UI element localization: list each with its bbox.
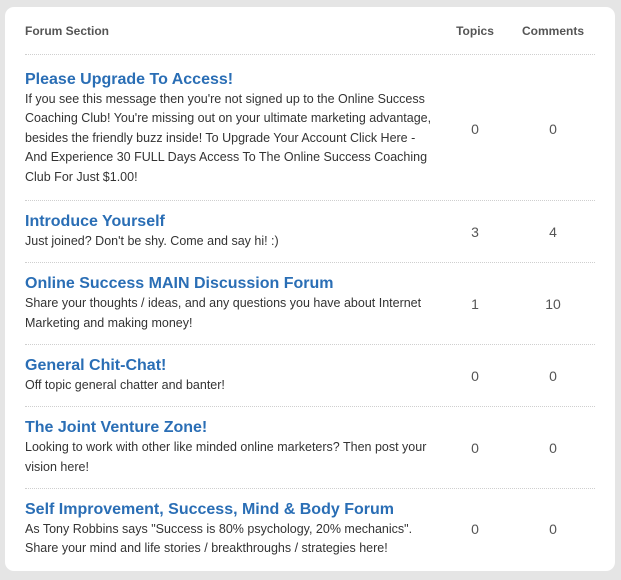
forum-row-joint-venture: The Joint Venture Zone! Looking to work … (25, 407, 595, 489)
forum-row-main-discussion: Online Success MAIN Discussion Forum Sha… (25, 263, 595, 345)
forum-description: Just joined? Don't be shy. Come and say … (25, 233, 279, 248)
forum-description: Off topic general chatter and banter! (25, 377, 225, 392)
topics-count: 0 (471, 521, 479, 537)
forum-info: The Joint Venture Zone! Looking to work … (25, 418, 445, 477)
forum-info: Self Improvement, Success, Mind & Body F… (25, 500, 445, 559)
comments-count: 0 (549, 367, 557, 384)
forum-info: Online Success MAIN Discussion Forum Sha… (25, 274, 445, 333)
forum-info: General Chit-Chat! Off topic general cha… (25, 356, 445, 396)
topics-count: 1 (471, 295, 479, 312)
forum-title-link[interactable]: Please Upgrade To Access! (25, 70, 433, 90)
topics-count: 0 (471, 367, 479, 384)
forum-info: Please Upgrade To Access! If you see thi… (25, 70, 445, 188)
forum-title-link[interactable]: The Joint Venture Zone! (25, 418, 433, 438)
column-header-topics: Topics (456, 23, 494, 38)
forum-table-header: Forum Section Topics Comments (25, 7, 595, 55)
forum-title-link[interactable]: Self Improvement, Success, Mind & Body F… (25, 500, 433, 520)
forum-row-self-improvement: Self Improvement, Success, Mind & Body F… (25, 489, 595, 569)
column-header-comments: Comments (521, 23, 584, 38)
comments-count: 0 (549, 439, 557, 456)
column-header-forum-section: Forum Section (25, 23, 110, 38)
comments-count: 10 (545, 295, 561, 312)
forum-description: As Tony Robbins says "Success is 80% psy… (25, 521, 413, 556)
forum-title-link[interactable]: Online Success MAIN Discussion Forum (25, 274, 433, 294)
forum-description: Looking to work with other like minded o… (25, 440, 427, 474)
comments-count: 0 (549, 120, 557, 137)
topics-count: 0 (471, 120, 479, 137)
topics-count: 3 (471, 223, 479, 240)
comments-count: 0 (549, 521, 557, 537)
forum-row-introduce: Introduce Yourself Just joined? Don't be… (25, 201, 595, 263)
comments-count: 4 (549, 223, 557, 240)
forum-description: If you see this message then you're not … (25, 91, 432, 184)
topics-count: 0 (471, 439, 479, 456)
forum-list-panel: Forum Section Topics Comments Please Upg… (5, 7, 615, 571)
forum-row-upgrade: Please Upgrade To Access! If you see thi… (25, 55, 595, 201)
forum-description: Share your thoughts / ideas, and any que… (25, 296, 422, 330)
forum-title-link[interactable]: General Chit-Chat! (25, 356, 433, 376)
forum-title-link[interactable]: Introduce Yourself (25, 212, 433, 232)
forum-row-chit-chat: General Chit-Chat! Off topic general cha… (25, 345, 595, 407)
forum-info: Introduce Yourself Just joined? Don't be… (25, 212, 445, 252)
